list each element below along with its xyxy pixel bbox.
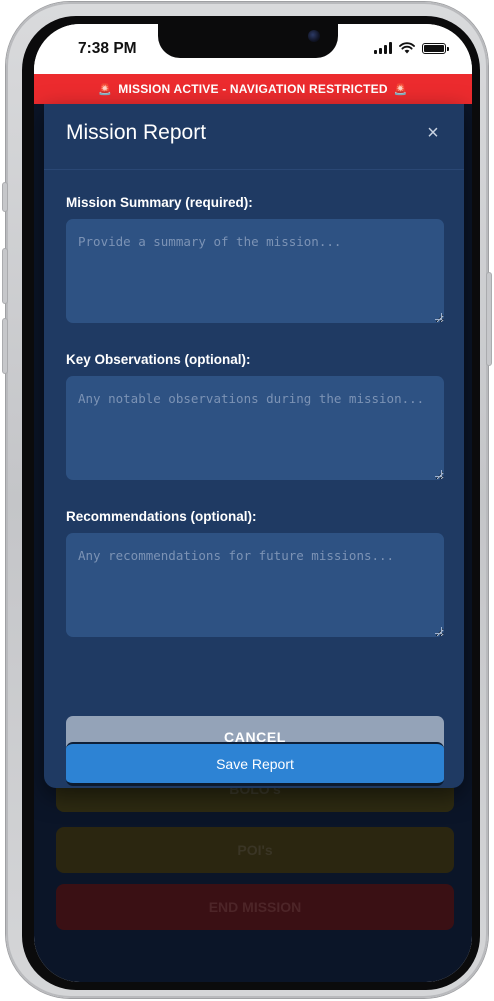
key-observations-input[interactable] <box>66 376 444 480</box>
mission-report-modal: Mission Report × Mission Summary (requir… <box>44 104 464 788</box>
front-camera-icon <box>308 30 320 42</box>
volume-down-button <box>2 318 8 374</box>
end-mission-button: END MISSION <box>56 884 454 930</box>
volume-up-button <box>2 248 8 304</box>
banner-text: MISSION ACTIVE - NAVIGATION RESTRICTED <box>118 82 388 96</box>
pois-button: POI's <box>56 827 454 873</box>
app-screen: 🚨 MISSION ACTIVE - NAVIGATION RESTRICTED… <box>34 74 472 982</box>
battery-icon <box>422 42 449 54</box>
modal-title: Mission Report <box>66 121 207 144</box>
mission-summary-input[interactable] <box>66 219 444 323</box>
siren-icon: 🚨 <box>393 83 408 96</box>
cellular-signal-icon <box>374 42 392 54</box>
recommendations-label: Recommendations (optional): <box>66 509 257 524</box>
recommendations-input[interactable] <box>66 533 444 637</box>
status-icons <box>374 42 449 54</box>
power-button <box>486 272 492 366</box>
status-time: 7:38 PM <box>78 40 137 57</box>
key-observations-label: Key Observations (optional): <box>66 352 251 367</box>
save-report-button[interactable]: Save Report <box>66 742 444 786</box>
siren-icon: 🚨 <box>98 83 113 96</box>
close-icon[interactable]: × <box>422 122 444 144</box>
wifi-icon <box>399 42 415 54</box>
status-bar: 7:38 PM <box>34 24 472 74</box>
mission-active-banner: 🚨 MISSION ACTIVE - NAVIGATION RESTRICTED… <box>34 74 472 104</box>
action-button <box>2 182 8 212</box>
notch <box>158 24 338 58</box>
modal-header: Mission Report × <box>44 104 464 170</box>
phone-frame: 7:38 PM 🚨 MISSION ACTIVE - NAVIGATION RE… <box>2 2 492 998</box>
phone-screen: 7:38 PM 🚨 MISSION ACTIVE - NAVIGATION RE… <box>34 24 472 982</box>
mission-summary-label: Mission Summary (required): <box>66 195 253 210</box>
